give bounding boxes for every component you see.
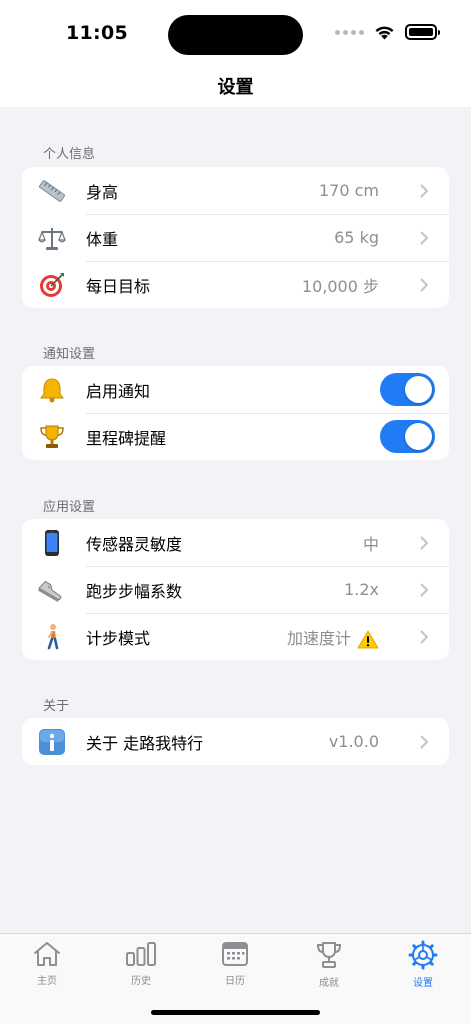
status-indicators xyxy=(335,24,440,40)
chevron-right-icon xyxy=(420,630,428,643)
page-title: 设置 xyxy=(217,77,254,98)
row-stride-factor[interactable]: 跑步步幅系数 1.2x xyxy=(22,566,449,613)
row-height[interactable]: 身高 170 cm xyxy=(22,167,449,214)
trophy-icon xyxy=(38,423,66,451)
milestone-reminder-toggle[interactable] xyxy=(380,420,435,453)
section-header-about: 关于 xyxy=(43,699,70,714)
dynamic-island xyxy=(168,15,303,55)
bell-icon xyxy=(38,376,66,404)
calendar-icon xyxy=(222,942,248,966)
milestone-reminder-label: 里程碑提醒 xyxy=(86,428,167,448)
tab-history-label: 历史 xyxy=(131,976,151,987)
sensor-sensitivity-value: 中 xyxy=(362,534,379,554)
warning-icon xyxy=(357,630,379,648)
tab-home[interactable]: 主页 xyxy=(12,940,82,987)
row-sensor-sensitivity[interactable]: 传感器灵敏度 中 xyxy=(22,519,449,566)
stride-factor-value: 1.2x xyxy=(344,580,379,599)
home-indicator xyxy=(151,1010,320,1015)
version-value: v1.0.0 xyxy=(328,732,379,751)
bar-chart-icon xyxy=(126,942,156,966)
row-about[interactable]: 关于 走路我特行 v1.0.0 xyxy=(22,718,449,765)
house-icon xyxy=(34,942,60,966)
tab-achievements[interactable]: 成就 xyxy=(294,940,364,989)
weight-value: 65 kg xyxy=(334,228,379,247)
row-weight[interactable]: 体重 65 kg xyxy=(22,214,449,261)
daily-goal-value: 10,000 步 xyxy=(301,276,379,296)
section-header-personal: 个人信息 xyxy=(43,147,96,162)
tab-achievements-label: 成就 xyxy=(319,978,339,989)
tab-settings[interactable]: 设置 xyxy=(388,940,458,989)
chevron-right-icon xyxy=(420,735,428,748)
sneaker-icon xyxy=(38,576,66,604)
enable-notifications-label: 启用通知 xyxy=(86,381,151,401)
row-daily-goal[interactable]: 每日目标 10,000 步 xyxy=(22,261,449,308)
wifi-icon xyxy=(375,26,394,39)
tab-history[interactable]: 历史 xyxy=(106,940,176,987)
personal-info-group: 身高 170 cm 体重 65 kg 每日目标 10,000 步 xyxy=(22,167,449,308)
chevron-right-icon xyxy=(420,184,428,197)
info-icon xyxy=(38,728,66,756)
battery-icon xyxy=(405,24,440,40)
tab-calendar[interactable]: 日历 xyxy=(200,940,270,987)
height-label: 身高 xyxy=(86,182,119,202)
stride-factor-label: 跑步步幅系数 xyxy=(86,581,183,601)
step-mode-label: 计步模式 xyxy=(86,628,151,648)
trophy-outline-icon xyxy=(316,942,342,968)
ruler-icon xyxy=(38,177,66,205)
sensor-sensitivity-label: 传感器灵敏度 xyxy=(86,534,183,554)
weight-label: 体重 xyxy=(86,229,119,249)
status-time: 11:05 xyxy=(66,22,128,44)
top-bar: 11:05 设置 xyxy=(0,0,471,107)
step-mode-value: 加速度计 xyxy=(286,628,351,648)
section-header-app: 应用设置 xyxy=(43,500,96,515)
tab-home-label: 主页 xyxy=(37,976,57,987)
tab-settings-label: 设置 xyxy=(413,978,433,989)
chevron-right-icon xyxy=(420,536,428,549)
section-header-notifications: 通知设置 xyxy=(43,347,96,362)
cellular-signal-icon xyxy=(335,29,364,35)
app-settings-group: 传感器灵敏度 中 跑步步幅系数 1.2x 计步模式 加速度计 xyxy=(22,519,449,660)
target-icon xyxy=(38,271,66,299)
height-value: 170 cm xyxy=(318,181,379,200)
row-milestone-reminder: 里程碑提醒 xyxy=(22,413,449,460)
notifications-group: 启用通知 里程碑提醒 xyxy=(22,366,449,460)
step-mode-value-wrap: 加速度计 xyxy=(287,625,379,649)
chevron-right-icon xyxy=(420,583,428,596)
about-group: 关于 走路我特行 v1.0.0 xyxy=(22,718,449,765)
row-enable-notifications: 启用通知 xyxy=(22,366,449,413)
daily-goal-label: 每日目标 xyxy=(86,276,151,296)
walker-icon xyxy=(38,623,66,651)
about-label: 关于 走路我特行 xyxy=(86,733,204,753)
gear-icon xyxy=(408,940,438,970)
phone-icon xyxy=(38,529,66,557)
chevron-right-icon xyxy=(420,231,428,244)
chevron-right-icon xyxy=(420,278,428,291)
tab-calendar-label: 日历 xyxy=(225,976,245,987)
scale-icon xyxy=(38,224,66,252)
row-step-mode[interactable]: 计步模式 加速度计 xyxy=(22,613,449,660)
enable-notifications-toggle[interactable] xyxy=(380,373,435,406)
